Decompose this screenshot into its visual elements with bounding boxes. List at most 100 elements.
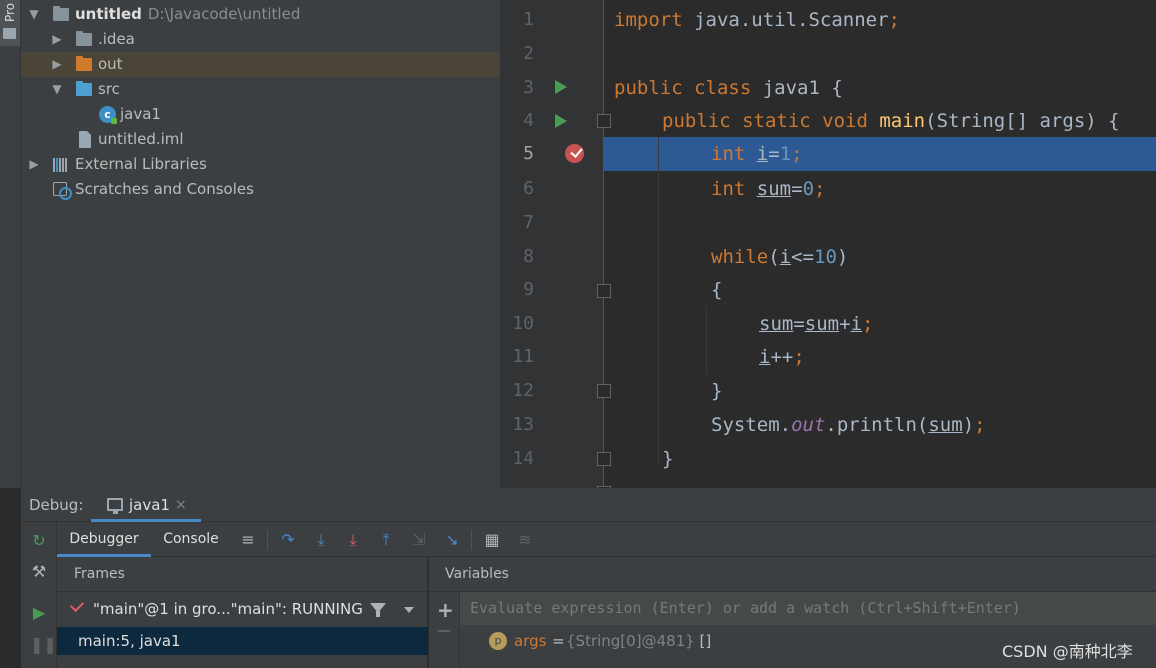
tree-item-idea[interactable]: ▶ .idea: [21, 27, 500, 52]
line-number: 2: [523, 43, 534, 64]
thread-check-icon: [69, 597, 85, 613]
folder-icon: [76, 31, 92, 46]
trace-icon[interactable]: ≋: [515, 530, 535, 550]
line-number: 12: [512, 380, 534, 401]
project-tool-label: Pro: [3, 2, 17, 22]
watch-side-toolbar: +: [429, 592, 460, 668]
project-path: D:\Javacode\untitled: [147, 5, 301, 23]
line-number: 11: [512, 346, 534, 367]
run-config-icon: [107, 498, 123, 514]
code-line-9: {: [711, 279, 723, 301]
source-folder-icon: [76, 81, 92, 96]
force-step-into-icon[interactable]: ⤓: [343, 530, 363, 550]
line-number: 14: [512, 448, 534, 469]
run-icon[interactable]: [555, 114, 567, 128]
chevron-right-icon[interactable]: ▶: [50, 27, 64, 52]
excluded-folder-icon: [76, 56, 92, 71]
tree-item-out[interactable]: ▶ out: [21, 52, 500, 77]
parameter-icon: p: [489, 632, 507, 650]
toolbar-separator: [471, 530, 472, 550]
debug-session-tab[interactable]: java1 ×: [91, 488, 201, 522]
debug-title: Debug:: [29, 496, 84, 514]
code-line-11: i++;: [759, 346, 805, 368]
filter-icon[interactable]: [370, 603, 386, 617]
chevron-right-icon[interactable]: ▶: [27, 152, 41, 177]
code-line-3: public class java1 {: [614, 77, 843, 99]
step-over-icon[interactable]: ↷: [278, 530, 298, 550]
pause-icon[interactable]: ❚❚: [30, 636, 57, 654]
module-file-icon: [79, 131, 91, 148]
project-folder-icon: [53, 6, 69, 21]
frame-item[interactable]: main:5, java1: [57, 627, 428, 655]
thread-selector[interactable]: "main"@1 in gro..."main": RUNNING: [57, 592, 428, 627]
ide-window: Pro ▼ untitled D:\Javacode\untitled ▶ .id…: [0, 0, 1156, 668]
tree-item-src[interactable]: ▼ src: [21, 77, 500, 102]
line-number: 7: [523, 212, 534, 233]
tree-item-label: src: [98, 80, 120, 98]
drop-frame-icon[interactable]: ⇲: [409, 530, 429, 550]
tree-item-root[interactable]: ▼ untitled D:\Javacode\untitled: [21, 2, 500, 27]
project-tool-button[interactable]: Pro: [0, 0, 20, 46]
fold-marker-icon[interactable]: [597, 284, 611, 298]
tree-item-label: Scratches and Consoles: [75, 180, 254, 198]
libraries-icon: [53, 158, 70, 172]
variables-header: Variables: [429, 557, 1156, 592]
tree-item-scratches[interactable]: Scratches and Consoles: [21, 177, 500, 202]
tree-item-java1[interactable]: c java1: [21, 102, 500, 127]
show-execution-point-icon[interactable]: ≡: [238, 530, 258, 550]
toolbar-separator: [267, 530, 268, 550]
breakpoint-icon[interactable]: [565, 144, 584, 163]
tree-item-iml[interactable]: untitled.iml: [21, 127, 500, 152]
tree-item-label: .idea: [98, 30, 135, 48]
chevron-down-icon[interactable]: ▼: [27, 2, 41, 27]
code-line-14: }: [662, 448, 674, 470]
line-number: 6: [523, 178, 534, 199]
chevron-right-icon[interactable]: ▶: [50, 52, 64, 77]
code-line-13: System.out.println(sum);: [711, 414, 986, 436]
code-line-6: int sum=0;: [711, 178, 826, 200]
tab-console[interactable]: Console: [153, 522, 229, 557]
close-icon[interactable]: ×: [175, 488, 187, 522]
thread-label: "main"@1 in gro..."main": RUNNING: [93, 600, 363, 618]
execution-line-highlight: [604, 137, 1156, 171]
remove-watch-icon[interactable]: [438, 630, 450, 632]
step-out-icon[interactable]: ⤒: [376, 530, 396, 550]
fold-marker-icon[interactable]: [597, 114, 611, 128]
java-class-icon: c: [99, 106, 117, 124]
fold-marker-icon[interactable]: [597, 384, 611, 398]
frames-header: Frames: [57, 557, 428, 592]
evaluate-expression-icon[interactable]: ▦: [482, 530, 502, 550]
code-editor[interactable]: 1 2 3 4 5 6 7 8 9 10 11 12 13 14 import …: [500, 0, 1156, 488]
line-number: 3: [523, 77, 534, 98]
line-number-current: 5: [523, 143, 534, 164]
debug-header: Debug: java1 ×: [21, 488, 1156, 522]
rerun-icon[interactable]: ↻: [30, 532, 48, 550]
tree-item-external-libraries[interactable]: ▶ External Libraries: [21, 152, 500, 177]
code-line-8: while(i<=10): [711, 246, 849, 268]
line-number: 9: [523, 279, 534, 300]
resume-icon[interactable]: ▶: [30, 604, 48, 622]
debugger-toolbar: Debugger Console ≡ ↷ ⤓ ⤓ ⤒ ⇲ ↘ ▦ ≋: [57, 522, 1156, 557]
fold-marker-icon[interactable]: [597, 452, 611, 466]
code-line-1: import java.util.Scanner;: [614, 9, 900, 31]
variable-name: args: [514, 632, 547, 650]
tree-item-label: out: [98, 55, 123, 73]
gutter-divider: [603, 0, 604, 488]
line-number: 10: [512, 313, 534, 334]
watch-expression-input[interactable]: Evaluate expression (Enter) or add a wat…: [460, 592, 1156, 625]
step-into-icon[interactable]: ⤓: [311, 530, 331, 550]
left-tool-stripe: Pro: [0, 0, 21, 488]
chevron-down-icon[interactable]: [404, 607, 414, 613]
code-line-5: int i=1;: [711, 143, 803, 165]
debug-session-name: java1: [129, 496, 170, 514]
add-watch-icon[interactable]: +: [437, 598, 454, 622]
scratches-icon: [53, 182, 72, 200]
run-icon[interactable]: [555, 80, 567, 94]
watermark: CSDN @南种北李: [1002, 642, 1133, 661]
run-to-cursor-icon[interactable]: ↘: [442, 530, 462, 550]
wrench-icon[interactable]: ⚒: [30, 563, 48, 581]
tab-debugger[interactable]: Debugger: [57, 522, 151, 557]
tree-item-label: External Libraries: [75, 155, 207, 173]
indent-guide: [658, 137, 659, 467]
chevron-down-icon[interactable]: ▼: [50, 77, 64, 102]
